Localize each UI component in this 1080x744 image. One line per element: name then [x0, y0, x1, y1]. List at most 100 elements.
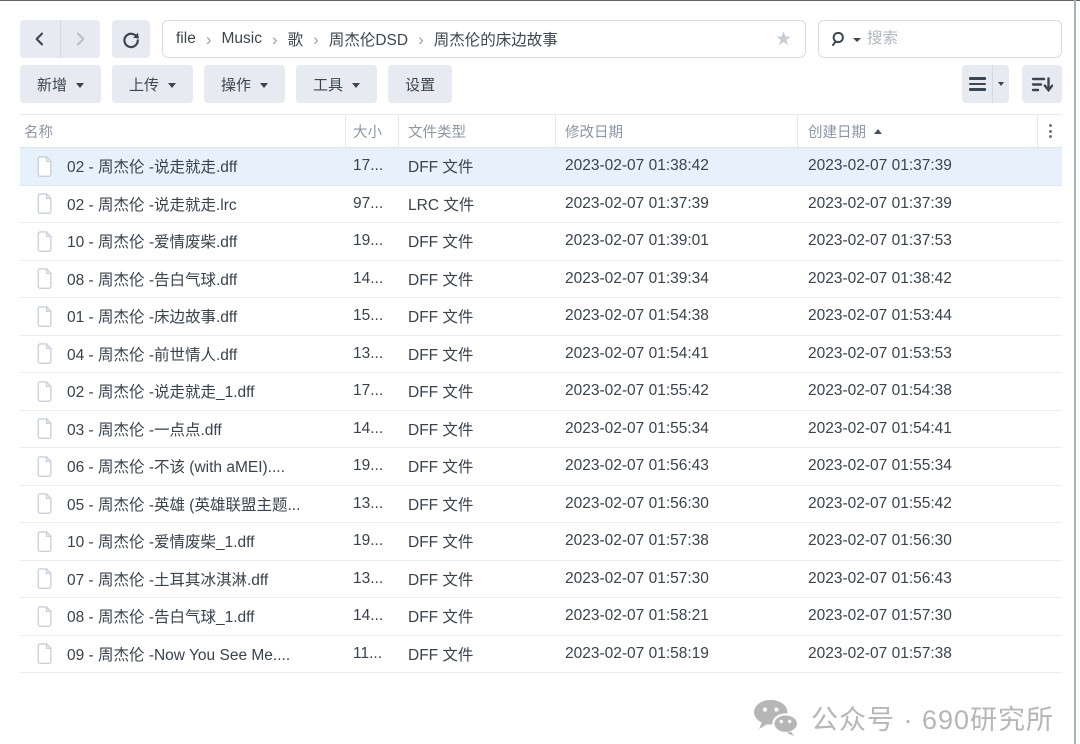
column-header-5[interactable]: 创建日期 [798, 115, 1038, 147]
file-name: 05 - 周杰伦 -英雄 (英雄联盟主题... [67, 496, 301, 514]
file-icon [37, 268, 52, 290]
file-type: DFF 文件 [408, 571, 474, 589]
breadcrumb-segment[interactable]: 周杰伦的床边故事 [434, 28, 558, 50]
history-nav-group [20, 20, 100, 58]
table-row[interactable]: 10 - 周杰伦 -爱情废柴_1.dff 19... DFF 文件 2023-0… [20, 523, 1062, 561]
table-row[interactable]: 02 - 周杰伦 -说走就走.dff 17... DFF 文件 2023-02-… [20, 148, 1062, 186]
file-name: 09 - 周杰伦 -Now You See Me.... [67, 646, 291, 664]
breadcrumb-chevron-icon: › [205, 29, 212, 49]
toolbar-button-label: 新增 [37, 76, 68, 94]
file-created: 2023-02-07 01:56:30 [808, 532, 952, 550]
file-modified: 2023-02-07 01:56:43 [565, 457, 709, 475]
file-icon [37, 193, 52, 215]
file-icon-cell [20, 492, 58, 515]
sort-button[interactable] [1022, 65, 1062, 103]
toolbar-button-5[interactable]: 设置 [388, 65, 453, 103]
file-type: DFF 文件 [408, 159, 474, 177]
file-created: 2023-02-07 01:37:53 [808, 232, 952, 250]
breadcrumb-chevron-icon: › [418, 29, 424, 49]
column-header-3[interactable]: 文件类型 [399, 115, 556, 147]
file-created: 2023-02-07 01:55:34 [808, 457, 952, 475]
forward-button[interactable] [61, 20, 101, 58]
toolbar-button-1[interactable]: 新增 [20, 65, 102, 103]
table-row[interactable]: 02 - 周杰伦 -说走就走_1.dff 17... DFF 文件 2023-0… [20, 373, 1062, 411]
column-header-label: 创建日期 [808, 124, 866, 141]
column-header-label: 文件类型 [408, 124, 466, 141]
table-row[interactable]: 04 - 周杰伦 -前世情人.dff 13... DFF 文件 2023-02-… [20, 336, 1062, 373]
file-size: 13... [353, 494, 384, 512]
table-row[interactable]: 10 - 周杰伦 -爱情废柴.dff 19... DFF 文件 2023-02-… [20, 223, 1062, 261]
table-row[interactable]: 09 - 周杰伦 -Now You See Me.... 11... DFF 文… [20, 636, 1062, 673]
toolbar-button-2[interactable]: 上传 [112, 65, 194, 103]
file-name: 07 - 周杰伦 -土耳其冰淇淋.dff [67, 571, 269, 589]
column-header-4[interactable]: 修改日期 [556, 115, 798, 147]
file-size: 14... [353, 269, 384, 287]
table-row[interactable]: 02 - 周杰伦 -说走就走.lrc 97... LRC 文件 2023-02-… [20, 186, 1062, 223]
file-icon [37, 530, 52, 552]
table-row[interactable]: 03 - 周杰伦 -一点点.dff 14... DFF 文件 2023-02-0… [20, 411, 1062, 448]
toolbar-button-label: 工具 [313, 76, 344, 94]
view-mode-caret-button[interactable] [993, 65, 1009, 103]
chevron-down-icon [352, 82, 361, 88]
file-table-body: 02 - 周杰伦 -说走就走.dff 17... DFF 文件 2023-02-… [20, 148, 1062, 673]
file-modified: 2023-02-07 01:58:19 [565, 644, 709, 662]
file-icon-cell [20, 380, 58, 403]
chevron-down-icon [260, 82, 269, 88]
file-type: DFF 文件 [408, 646, 474, 664]
breadcrumb-segment[interactable]: 歌 [288, 28, 304, 50]
list-view-button[interactable] [962, 65, 993, 103]
toolbar-button-3[interactable]: 操作 [204, 65, 286, 103]
search-filter-caret-icon[interactable] [853, 38, 861, 42]
table-row[interactable]: 07 - 周杰伦 -土耳其冰淇淋.dff 13... DFF 文件 2023-0… [20, 561, 1062, 598]
file-modified: 2023-02-07 01:57:30 [565, 569, 709, 587]
file-type: DFF 文件 [408, 309, 474, 327]
search-input[interactable] [867, 30, 1050, 48]
file-type: DFF 文件 [408, 534, 474, 552]
file-name: 06 - 周杰伦 -不该 (with aMEI).... [67, 459, 285, 477]
file-size: 11... [353, 644, 383, 662]
wechat-icon [753, 699, 799, 736]
table-row[interactable]: 06 - 周杰伦 -不该 (with aMEI).... 19... DFF 文… [20, 448, 1062, 486]
refresh-button[interactable] [112, 20, 150, 58]
table-row[interactable]: 05 - 周杰伦 -英雄 (英雄联盟主题... 13... DFF 文件 202… [20, 486, 1062, 523]
file-icon [37, 230, 52, 252]
column-header-1[interactable]: 名称 [20, 115, 346, 147]
toolbar-button-4[interactable]: 工具 [296, 65, 378, 103]
toolbar-button-label: 设置 [405, 76, 436, 94]
file-name: 03 - 周杰伦 -一点点.dff [67, 421, 222, 439]
star-icon[interactable]: ★ [775, 28, 792, 51]
file-size: 19... [353, 457, 384, 475]
breadcrumb-segment[interactable]: file [176, 30, 196, 48]
file-name: 10 - 周杰伦 -爱情废柴_1.dff [67, 534, 255, 552]
file-type: LRC 文件 [408, 196, 475, 214]
table-row[interactable]: 08 - 周杰伦 -告白气球_1.dff 14... DFF 文件 2023-0… [20, 598, 1062, 636]
breadcrumb-segment[interactable]: 周杰伦DSD [329, 28, 408, 50]
file-size: 97... [353, 194, 384, 212]
table-row[interactable]: 01 - 周杰伦 -床边故事.dff 15... DFF 文件 2023-02-… [20, 298, 1062, 336]
file-modified: 2023-02-07 01:39:34 [565, 269, 709, 287]
file-icon-cell [20, 155, 58, 178]
search-box[interactable] [818, 20, 1062, 58]
file-icon [37, 418, 52, 440]
file-icon [37, 643, 52, 665]
file-icon-cell [20, 605, 58, 628]
column-options-button[interactable] [1038, 115, 1062, 147]
file-modified: 2023-02-07 01:54:41 [565, 344, 709, 362]
file-size: 17... [353, 382, 384, 400]
sort-ascending-icon [874, 128, 882, 134]
navigation-bar: file › Music › 歌 › 周杰伦DSD › 周杰伦的床边故事 ★ [20, 20, 1062, 58]
file-modified: 2023-02-07 01:55:34 [565, 419, 709, 437]
column-header-2[interactable]: 大小 [346, 115, 399, 147]
back-button[interactable] [20, 20, 61, 58]
breadcrumb-segment[interactable]: Music [222, 30, 262, 48]
toolbar: 新增 上传 操作 工具 设置 [20, 65, 453, 103]
file-icon [37, 568, 52, 590]
file-modified: 2023-02-07 01:39:01 [565, 232, 709, 250]
refresh-icon [123, 32, 139, 49]
file-size: 13... [353, 569, 384, 587]
list-view-icon [968, 77, 986, 91]
file-name: 02 - 周杰伦 -说走就走_1.dff [67, 384, 255, 402]
file-icon-cell [20, 530, 58, 553]
column-header-label: 修改日期 [565, 124, 623, 141]
table-row[interactable]: 08 - 周杰伦 -告白气球.dff 14... DFF 文件 2023-02-… [20, 261, 1062, 298]
